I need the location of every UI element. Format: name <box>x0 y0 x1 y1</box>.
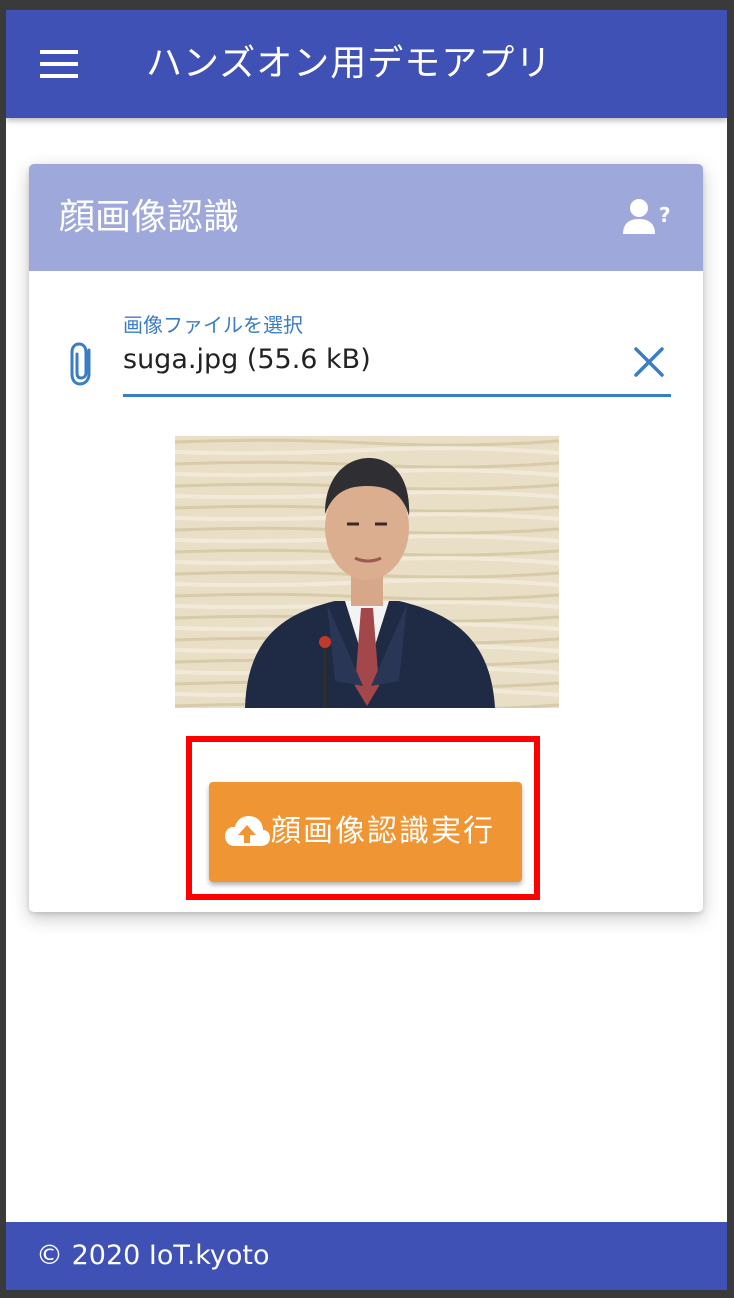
app-title: ハンズオン用デモアプリ <box>146 43 553 84</box>
cloud-upload-icon <box>225 816 270 846</box>
person-question-icon: ? <box>623 199 671 234</box>
file-input-value: suga.jpg (55.6 kB) <box>123 344 371 375</box>
paperclip-icon[interactable] <box>69 340 99 388</box>
app-bar: ハンズオン用デモアプリ <box>6 10 727 118</box>
close-icon <box>634 347 664 377</box>
svg-text:?: ? <box>659 203 671 227</box>
card-header: 顔画像認識 ? <box>29 164 703 271</box>
run-face-recognition-button[interactable]: 顔画像認識実行 <box>209 782 522 882</box>
hamburger-menu-icon <box>40 50 78 78</box>
preview-image <box>175 436 559 708</box>
app-frame: ハンズオン用デモアプリ 顔画像認識 ? 画像ファイルを選択 suga.jpg (… <box>6 10 727 1290</box>
clear-file-button[interactable] <box>629 340 669 384</box>
face-recognition-card: 顔画像認識 ? 画像ファイルを選択 suga.jpg (55.6 kB) 顔画像… <box>29 164 703 912</box>
file-input-field[interactable]: suga.jpg (55.6 kB) <box>123 338 671 397</box>
menu-button[interactable] <box>34 40 84 88</box>
card-title: 顔画像認識 <box>59 197 240 238</box>
run-button-label: 顔画像認識実行 <box>271 814 495 849</box>
help-button[interactable]: ? <box>619 194 675 242</box>
footer-copyright: © 2020 IoT.kyoto <box>36 1240 270 1271</box>
footer: © 2020 IoT.kyoto <box>6 1222 727 1290</box>
file-field-label: 画像ファイルを選択 <box>123 313 303 337</box>
